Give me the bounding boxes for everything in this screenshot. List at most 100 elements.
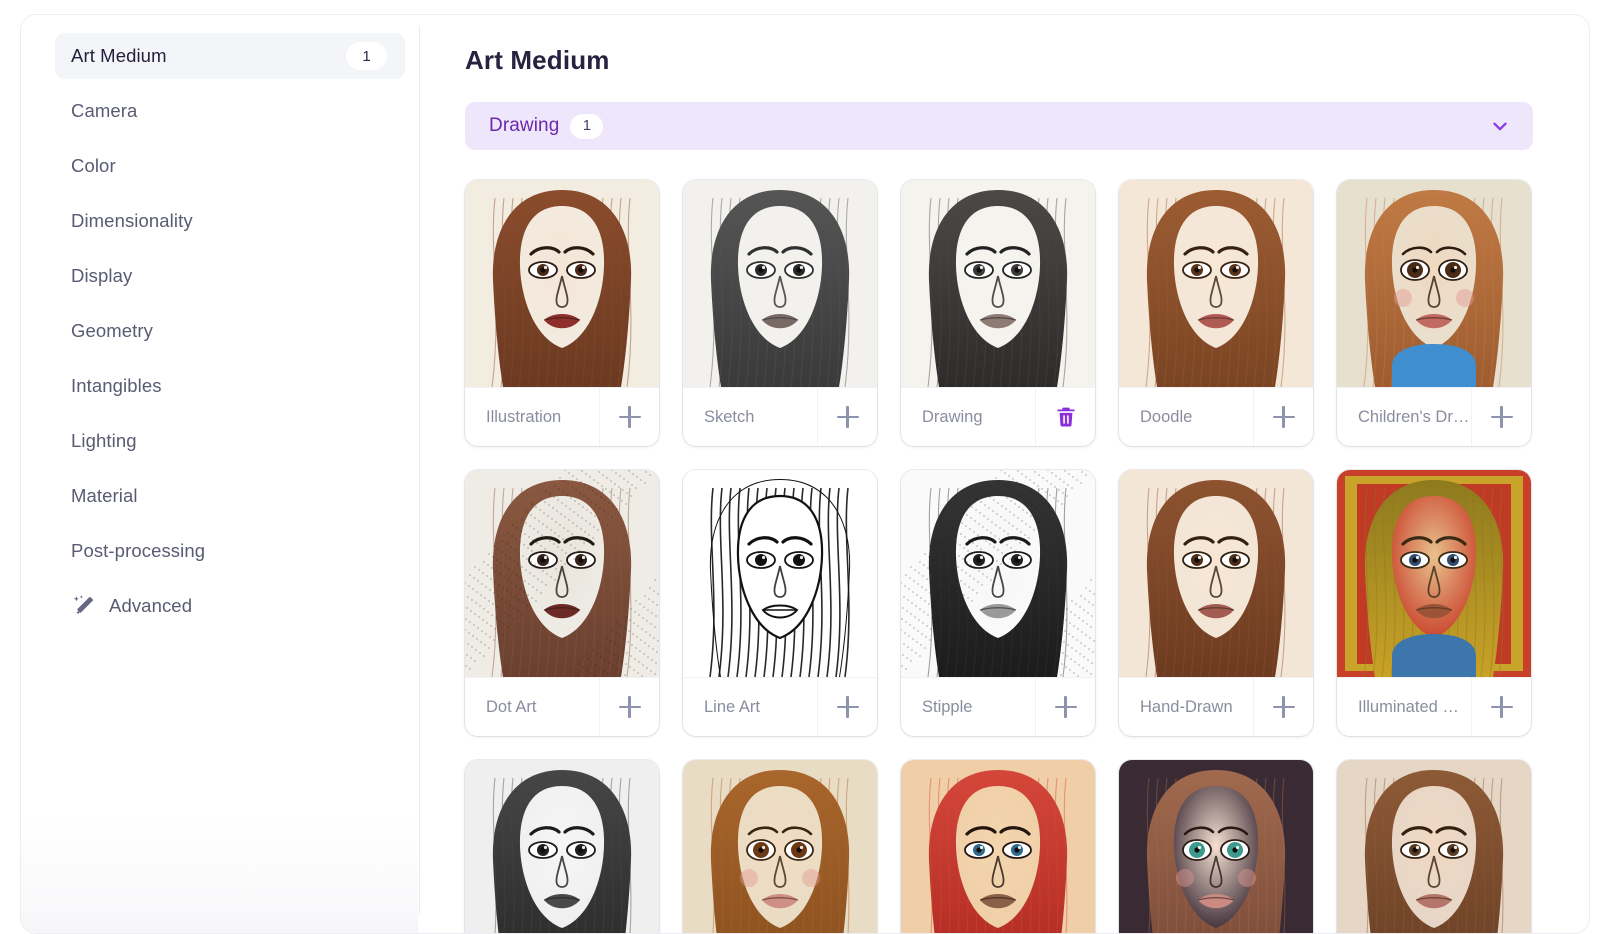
card-thumbnail — [683, 470, 877, 677]
plus-glyph — [1272, 406, 1295, 428]
card-footer: Drawing — [901, 387, 1095, 446]
sidebar-item-label: Post-processing — [71, 540, 206, 561]
plus-glyph — [1054, 696, 1077, 718]
plus-glyph — [1272, 696, 1295, 718]
sidebar-item-lighting[interactable]: Lighting — [55, 418, 405, 464]
card-label: Sketch — [704, 407, 755, 426]
plus-icon[interactable] — [599, 388, 659, 446]
card-footer: Stipple — [901, 677, 1095, 736]
card-item[interactable] — [901, 760, 1095, 933]
card-footer: Illuminated … — [1337, 677, 1531, 736]
sidebar-item-geometry[interactable]: Geometry — [55, 308, 405, 354]
card-thumbnail — [683, 760, 877, 933]
card-thumbnail — [901, 180, 1095, 387]
magic-wand-icon — [71, 593, 97, 619]
card-item[interactable]: Line Art — [683, 470, 877, 736]
card-item[interactable]: Doodle — [1119, 180, 1313, 446]
card-item[interactable]: Children's Dr… — [1337, 180, 1531, 446]
plus-glyph — [1490, 696, 1513, 718]
plus-icon[interactable] — [1253, 388, 1313, 446]
sidebar-item-color[interactable]: Color — [55, 143, 405, 189]
plus-glyph — [836, 696, 859, 718]
sidebar-item-display[interactable]: Display — [55, 253, 405, 299]
card-item[interactable]: Hand-Drawn — [1119, 470, 1313, 736]
plus-icon[interactable] — [817, 678, 877, 736]
plus-icon[interactable] — [817, 388, 877, 446]
group-name: Drawing — [489, 115, 560, 136]
card-thumbnail — [1119, 470, 1313, 677]
card-item[interactable]: Dot Art — [465, 470, 659, 736]
sidebar-bottom-fade — [21, 813, 418, 933]
card-grid: Illustration Sketch Drawing Doodle Children'… — [465, 180, 1589, 933]
card-footer: Sketch — [683, 387, 877, 446]
plus-icon[interactable] — [1471, 388, 1531, 446]
card-item[interactable]: Illustration — [465, 180, 659, 446]
plus-icon[interactable] — [1253, 678, 1313, 736]
app-panel: Art Medium 1 Camera Color Dimensionality Disp… — [20, 14, 1590, 934]
sidebar-item-label: Lighting — [71, 430, 137, 451]
sidebar-item-dimensionality[interactable]: Dimensionality — [55, 198, 405, 244]
card-footer: Dot Art — [465, 677, 659, 736]
card-label: Children's Dr… — [1358, 407, 1470, 426]
sidebar-item-advanced[interactable]: Advanced — [55, 583, 405, 629]
sidebar-item-intangibles[interactable]: Intangibles — [55, 363, 405, 409]
card-item[interactable]: Stipple — [901, 470, 1095, 736]
card-footer: Doodle — [1119, 387, 1313, 446]
sidebar: Art Medium 1 Camera Color Dimensionality Disp… — [21, 15, 419, 933]
plus-glyph — [618, 406, 641, 428]
card-item[interactable]: Illuminated … — [1337, 470, 1531, 736]
card-item[interactable] — [1119, 760, 1313, 933]
sidebar-item-label: Color — [71, 155, 116, 176]
sidebar-item-label: Intangibles — [71, 375, 162, 396]
card-thumbnail — [1119, 180, 1313, 387]
sidebar-item-material[interactable]: Material — [55, 473, 405, 519]
sidebar-item-label: Advanced — [109, 595, 193, 616]
card-item[interactable]: Sketch — [683, 180, 877, 446]
card-thumbnail — [465, 180, 659, 387]
card-thumbnail — [1337, 760, 1531, 933]
plus-glyph — [1490, 406, 1513, 428]
card-footer: Children's Dr… — [1337, 387, 1531, 446]
page-title: Art Medium — [465, 45, 610, 75]
trash-icon[interactable] — [1035, 388, 1095, 446]
main-content: Art Medium Drawing 1 Illustration Sketch D… — [419, 15, 1589, 933]
sidebar-item-art-medium[interactable]: Art Medium 1 — [55, 33, 405, 79]
sidebar-item-post-processing[interactable]: Post-processing — [55, 528, 405, 574]
card-thumbnail — [1337, 180, 1531, 387]
sidebar-item-label: Geometry — [71, 320, 154, 341]
card-item[interactable] — [683, 760, 877, 933]
card-item[interactable] — [1337, 760, 1531, 933]
card-label: Illustration — [486, 407, 562, 426]
plus-icon[interactable] — [1035, 678, 1095, 736]
plus-icon[interactable] — [599, 678, 659, 736]
card-label: Illuminated … — [1358, 697, 1459, 716]
sidebar-item-label: Art Medium — [71, 45, 167, 66]
card-item[interactable] — [465, 760, 659, 933]
chevron-down-icon[interactable] — [1489, 115, 1511, 137]
sidebar-divider — [419, 26, 420, 914]
card-label: Stipple — [922, 697, 973, 716]
sidebar-item-label: Dimensionality — [71, 210, 193, 231]
group-count-badge: 1 — [570, 113, 604, 139]
card-thumbnail — [465, 760, 659, 933]
sidebar-nav-list: Art Medium 1 Camera Color Dimensionality Disp… — [55, 33, 405, 629]
plus-icon[interactable] — [1471, 678, 1531, 736]
card-label: Doodle — [1140, 407, 1193, 426]
sidebar-item-label: Camera — [71, 100, 138, 121]
sidebar-item-label: Display — [71, 265, 133, 286]
plus-glyph — [836, 406, 859, 428]
card-label: Dot Art — [486, 697, 537, 716]
plus-glyph — [618, 696, 641, 718]
sidebar-item-camera[interactable]: Camera — [55, 88, 405, 134]
card-label: Drawing — [922, 407, 983, 426]
card-thumbnail — [901, 470, 1095, 677]
card-label: Line Art — [704, 697, 760, 716]
card-footer: Hand-Drawn — [1119, 677, 1313, 736]
card-thumbnail — [1119, 760, 1313, 933]
group-accordion-drawing[interactable]: Drawing 1 — [465, 102, 1533, 150]
card-label: Hand-Drawn — [1140, 697, 1233, 716]
card-thumbnail — [1337, 470, 1531, 677]
card-thumbnail — [901, 760, 1095, 933]
card-footer: Illustration — [465, 387, 659, 446]
card-item[interactable]: Drawing — [901, 180, 1095, 446]
